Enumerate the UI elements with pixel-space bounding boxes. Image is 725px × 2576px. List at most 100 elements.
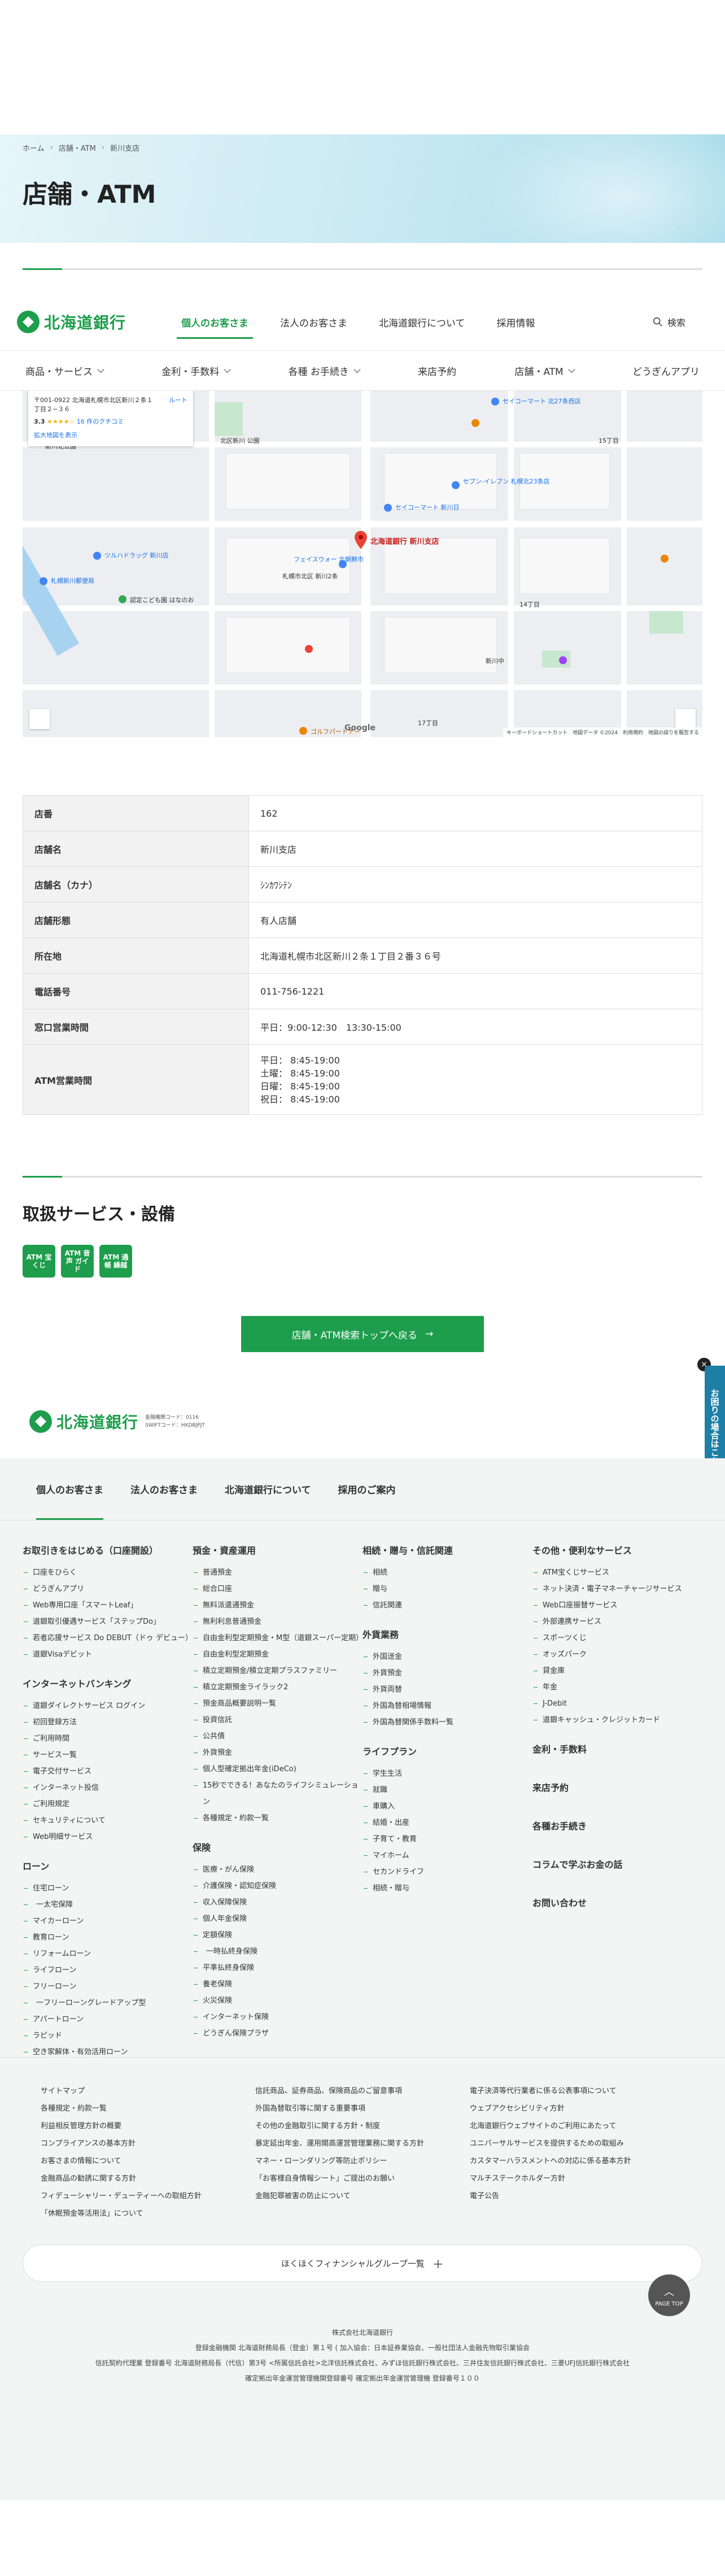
footer-link[interactable]: ご利用規定	[23, 1796, 193, 1812]
footer-link[interactable]: 一太宅保障	[23, 1897, 193, 1913]
subnav-store-atm[interactable]: 店舗・ATM	[506, 364, 582, 378]
footer-bottom-link[interactable]: 外国為替取引等に関する重要事項	[255, 2100, 470, 2117]
footer-link[interactable]: 預金商品概要説明一覧	[193, 1695, 362, 1712]
footer-link[interactable]: 結婚・出産	[362, 1815, 532, 1831]
footer-logo-text[interactable]: 北海道銀行	[56, 1410, 138, 1433]
footer-link[interactable]: セキュリティについて	[23, 1812, 193, 1829]
footer-heading[interactable]: 預金・資産運用	[193, 1543, 362, 1557]
group-list-button[interactable]: ほくほくフィナンシャルグループ一覧 ＋	[23, 2244, 702, 2282]
footer-link[interactable]: 個人型確定拠出年金(iDeCo)	[193, 1761, 362, 1777]
footer-bottom-link[interactable]: 各種規定・約款一覧	[41, 2100, 255, 2117]
nav-about[interactable]: 北海道銀行について	[363, 294, 481, 350]
footer-link[interactable]: ライフローン	[23, 1962, 193, 1978]
footer-link[interactable]: 総合口座	[193, 1581, 362, 1597]
map-poi-icon[interactable]	[119, 595, 126, 603]
footer-link[interactable]: マイホーム	[362, 1847, 532, 1864]
subnav-reservation[interactable]: 来店予約	[409, 364, 465, 378]
footer-link[interactable]: 養老保険	[193, 1976, 362, 1993]
footer-link[interactable]: 信託関連	[362, 1597, 532, 1614]
footer-link[interactable]: 一フリーローングレードアップ型	[23, 1995, 193, 2011]
footer-link[interactable]: ATM宝くじサービス	[532, 1564, 702, 1581]
footer-link[interactable]: Web明細サービス	[23, 1829, 193, 1845]
footer-link[interactable]: Web口座振替サービス	[532, 1597, 702, 1614]
footer-main-link[interactable]: 金利・手数料	[532, 1742, 702, 1755]
footer-link[interactable]: J-Debit	[532, 1695, 702, 1712]
footer-bottom-link[interactable]: 暴定延出年金、運用開高運営管理業務に関する方針	[255, 2135, 470, 2152]
footer-link[interactable]: 貸金庫	[532, 1663, 702, 1679]
footer-bottom-link[interactable]: コンプライアンスの基本方針	[41, 2135, 255, 2152]
footer-link[interactable]: 15秒でできる！あなたのライフシミュレーション	[193, 1777, 362, 1810]
footer-link[interactable]: 自由金利型定期預金・M型（道銀スーパー定期）	[193, 1630, 363, 1646]
subnav-rates[interactable]: 金利・手数料	[153, 364, 238, 378]
nav-personal[interactable]: 個人のお客さま	[165, 294, 264, 350]
footer-link[interactable]: オッズパーク	[532, 1646, 702, 1663]
footer-link[interactable]: 若者応援サービス Do DEBUT（ドゥ デビュー）	[23, 1630, 193, 1646]
footer-link[interactable]: ネット決済・電子マネーチャージサービス	[532, 1581, 702, 1597]
footer-bottom-link[interactable]: カスタマーハラスメントへの対応に係る基本方針	[470, 2152, 684, 2170]
footer-bottom-link[interactable]: 利益相反管理方針の概要	[41, 2117, 255, 2135]
footer-link[interactable]: リフォームローン	[23, 1946, 193, 1962]
footer-heading[interactable]: 保険	[193, 1840, 362, 1854]
footer-link[interactable]: 平準払終身保険	[193, 1960, 362, 1976]
map-poi-icon[interactable]	[384, 504, 392, 512]
footer-link[interactable]: 相続	[362, 1564, 532, 1581]
footer-link[interactable]: フリーローン	[23, 1978, 193, 1995]
back-to-search-button[interactable]: 店舗・ATM検索トップへ戻る →	[241, 1316, 484, 1352]
map-poi-icon[interactable]	[491, 398, 499, 406]
footer-heading[interactable]: 外貨業務	[362, 1627, 532, 1641]
map-poi-icon[interactable]	[471, 419, 479, 427]
footer-heading[interactable]: お取引きをはじめる（口座開設）	[23, 1543, 193, 1557]
footer-link[interactable]: 道銀Visaデビット	[23, 1646, 193, 1663]
footer-bottom-link[interactable]: マネー・ローンダリング等防止ポリシー	[255, 2152, 470, 2170]
nav-recruit[interactable]: 採用情報	[481, 294, 551, 350]
subnav-products[interactable]: 商品・サービス	[17, 364, 112, 378]
map-poi-icon[interactable]	[40, 577, 47, 585]
footer-link[interactable]: 火災保険	[193, 1993, 362, 2009]
footer-link[interactable]: 外貨預金	[193, 1745, 362, 1761]
footer-heading[interactable]: その他・便利なサービス	[532, 1543, 702, 1557]
footer-link[interactable]: 相続・贈与	[362, 1880, 532, 1897]
footer-link[interactable]: 自由金利型定期預金	[193, 1646, 362, 1663]
page-top-button[interactable]: ︿ PAGE TOP	[648, 2274, 690, 2316]
footer-link[interactable]: 教育ローン	[23, 1929, 193, 1946]
footer-bottom-link[interactable]: 北海道銀行ウェブサイトのご利用にあたって	[470, 2117, 684, 2135]
footer-main-link[interactable]: お問い合わせ	[532, 1895, 702, 1909]
footer-link[interactable]: 無利利息普通預金	[193, 1614, 362, 1630]
footer-bottom-link[interactable]: 金融商品の勧誘に関する方針	[41, 2170, 255, 2187]
footer-link[interactable]: 就職	[362, 1782, 532, 1798]
footer-link[interactable]: 収入保障保険	[193, 1894, 362, 1911]
footer-link[interactable]: 電子交付サービス	[23, 1763, 193, 1780]
footer-bottom-link[interactable]: 金融犯罪被害の防止について	[255, 2187, 470, 2205]
footer-bottom-link[interactable]: 信託商品、証券商品、保険商品のご留意事項	[255, 2082, 470, 2100]
subnav-procedures[interactable]: 各種 お手続き	[279, 364, 368, 378]
footer-main-link[interactable]: 各種お手続き	[532, 1819, 702, 1832]
footer-link[interactable]: Web専用口座「スマートLeaf」	[23, 1597, 193, 1614]
footer-link[interactable]: 無料派遣通預金	[193, 1597, 362, 1614]
footer-heading[interactable]: 相続・贈与・信託関連	[362, 1543, 532, 1557]
fullscreen-button[interactable]	[675, 709, 696, 729]
footer-link[interactable]: スポーツくじ	[532, 1630, 702, 1646]
footer-link[interactable]: 公共債	[193, 1728, 362, 1745]
footer-bottom-link[interactable]: 電子公告	[470, 2187, 684, 2205]
footer-link[interactable]: 外貨預金	[362, 1665, 532, 1681]
enlarge-map-link[interactable]: 拡大地図を表示	[34, 430, 187, 439]
reviews-link[interactable]: 16 件のクチコミ	[77, 418, 124, 425]
footer-link[interactable]: 普通預金	[193, 1564, 362, 1581]
directions-link[interactable]: ルート	[169, 395, 187, 404]
footer-link[interactable]: 初回登録方法	[23, 1714, 193, 1731]
footer-link[interactable]: 外国為替関係手数料一覧	[362, 1714, 532, 1731]
location-pin-icon[interactable]	[355, 531, 367, 549]
footer-link[interactable]: 外国為替相場情報	[362, 1698, 532, 1714]
footer-link[interactable]: 車購入	[362, 1798, 532, 1815]
footer-link[interactable]: 介護保険・認知症保険	[193, 1878, 362, 1894]
nav-corporate[interactable]: 法人のお客さま	[264, 294, 363, 350]
footer-link[interactable]: インターネット保険	[193, 2009, 362, 2025]
footer-link[interactable]: 積立定期預金/積立定期プラスファミリー	[193, 1663, 362, 1679]
footer-link[interactable]: アパートローン	[23, 2011, 193, 2028]
street-view-button[interactable]	[29, 709, 50, 729]
footer-link[interactable]: 個人年金保険	[193, 1911, 362, 1927]
footer-bottom-link[interactable]: サイトマップ	[41, 2082, 255, 2100]
footer-link[interactable]: 医療・がん保険	[193, 1862, 362, 1878]
footer-link[interactable]: 道銀キャッシュ・クレジットカード	[532, 1712, 702, 1728]
breadcrumb-store-atm[interactable]: 店舗・ATM	[59, 142, 96, 153]
